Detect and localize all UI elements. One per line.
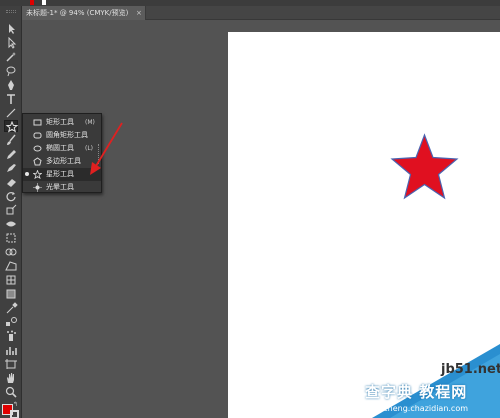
star-tool-label: 星形工具 xyxy=(46,170,74,178)
flare-icon xyxy=(33,183,42,192)
swap-colors-icon[interactable]: ↰ xyxy=(13,401,18,408)
watermark-title: 查字典 教程网 xyxy=(365,383,468,401)
perspective-grid-tool-icon[interactable] xyxy=(4,260,18,272)
polygon-icon xyxy=(33,157,42,166)
fill-swatch[interactable] xyxy=(30,0,34,5)
eyedropper-tool-icon[interactable] xyxy=(4,302,18,314)
ellipse-icon xyxy=(33,144,42,153)
selected-indicator xyxy=(25,172,29,176)
magic-wand-tool-icon[interactable] xyxy=(4,51,18,63)
rectangle-icon xyxy=(33,118,42,127)
selection-tool-icon[interactable] xyxy=(4,23,18,35)
line-tool-icon[interactable] xyxy=(4,107,18,119)
pen-tool-icon[interactable] xyxy=(4,79,18,91)
stroke-color-box[interactable] xyxy=(10,410,19,418)
column-graph-tool-icon[interactable] xyxy=(4,344,18,356)
width-tool-icon[interactable] xyxy=(4,218,18,230)
lasso-tool-icon[interactable] xyxy=(4,65,18,77)
rounded-rectangle-icon xyxy=(33,131,42,140)
document-tab-title: 未标题-1* @ 94% (CMYK/预览) xyxy=(26,9,129,17)
pencil-tool-icon[interactable] xyxy=(4,148,18,160)
eraser-tool-icon[interactable] xyxy=(4,176,18,188)
watermark-site: jb51.net xyxy=(441,362,500,377)
polygon-tool-label: 多边形工具 xyxy=(46,157,81,165)
document-tab[interactable]: 未标题-1* @ 94% (CMYK/预览) × xyxy=(22,6,146,20)
flare-tool-item[interactable]: 光晕工具 xyxy=(23,181,101,194)
star-tool-icon[interactable] xyxy=(4,120,19,133)
type-tool-icon[interactable] xyxy=(4,93,18,105)
zoom-tool-icon[interactable] xyxy=(4,386,18,398)
free-transform-tool-icon[interactable] xyxy=(4,232,18,244)
rectangle-tool-label: 矩形工具 xyxy=(46,118,74,126)
shape-builder-tool-icon[interactable] xyxy=(4,246,18,258)
blend-tool-icon[interactable] xyxy=(4,316,18,328)
scale-tool-icon[interactable] xyxy=(4,204,18,216)
symbol-sprayer-tool-icon[interactable] xyxy=(4,330,18,342)
stroke-swatch[interactable] xyxy=(42,0,46,5)
rotate-tool-icon[interactable] xyxy=(4,190,18,202)
illustrator-window: 未标题-1* @ 94% (CMYK/预览) × ↰ 矩形工具 (M) 圆角矩形… xyxy=(0,0,500,418)
ellipse-tool-label: 椭圆工具 xyxy=(46,144,74,152)
hand-tool-icon[interactable] xyxy=(4,372,18,384)
annotation-arrow xyxy=(82,120,128,178)
artboard-tool-icon[interactable] xyxy=(4,358,18,370)
tools-panel: ↰ xyxy=(0,6,22,418)
document-tab-bar: 未标题-1* @ 94% (CMYK/预览) × xyxy=(22,6,500,20)
star-icon xyxy=(33,170,42,179)
paintbrush-tool-icon[interactable] xyxy=(4,134,18,146)
mesh-tool-icon[interactable] xyxy=(4,274,18,286)
blob-brush-tool-icon[interactable] xyxy=(4,162,18,174)
panel-grip[interactable] xyxy=(6,10,16,13)
star-shape[interactable] xyxy=(389,133,460,200)
watermark-url: jiaocheng.chazidian.com xyxy=(369,404,469,413)
gradient-tool-icon[interactable] xyxy=(4,288,18,300)
close-tab-icon[interactable]: × xyxy=(136,8,142,18)
flare-tool-label: 光晕工具 xyxy=(46,183,74,191)
direct-selection-tool-icon[interactable] xyxy=(4,37,18,49)
